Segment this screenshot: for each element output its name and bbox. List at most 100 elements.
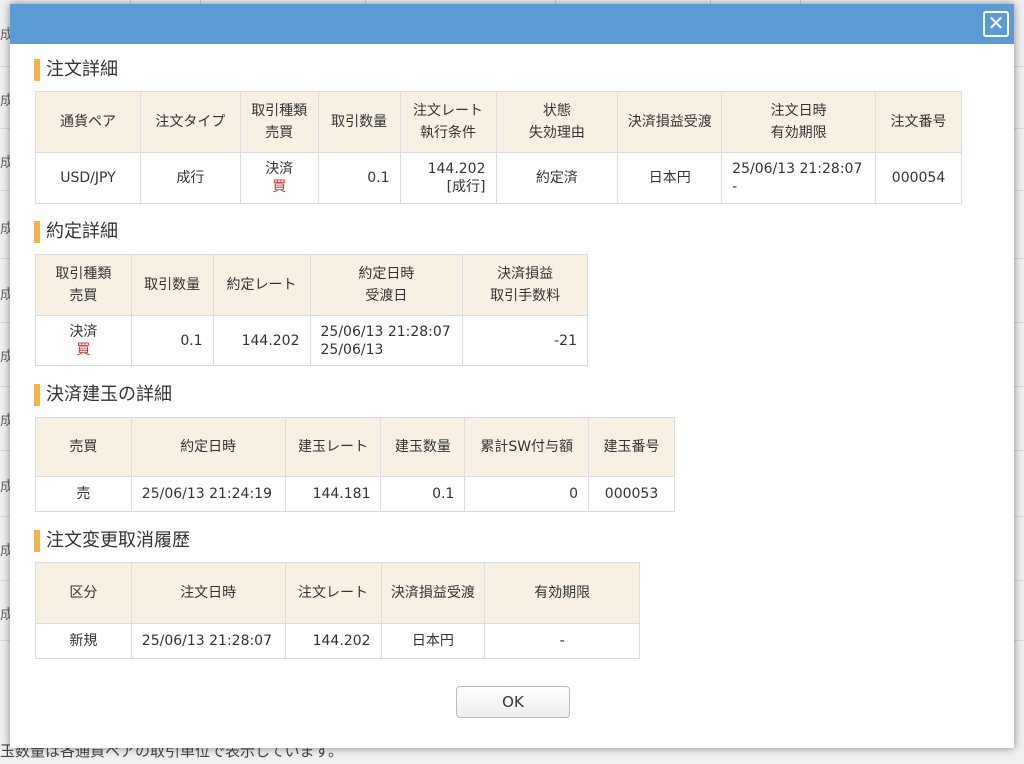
side-buy-text: 買: [76, 341, 91, 358]
expiry-cell: -: [484, 623, 640, 659]
currency-pair-cell: USD/JPY: [35, 152, 141, 204]
column-header: 取引種類 売買: [239, 91, 319, 153]
column-header: 累計SW付与額: [464, 417, 590, 477]
order-type-cell: 成行: [139, 152, 241, 204]
column-header-line: 注文レート: [413, 103, 484, 119]
column-header-line: 約定日時: [358, 266, 415, 282]
history-kind-cell: 新規: [35, 623, 132, 659]
column-header-line: 取引種類: [251, 103, 308, 119]
column-header-line: 執行条件: [420, 125, 477, 141]
column-header-line: 売買: [69, 288, 98, 304]
delivery-date-text: 25/06/13: [320, 341, 384, 358]
column-header: 建玉番号: [588, 417, 675, 477]
column-header-line: 状態: [542, 103, 571, 119]
close-button[interactable]: ✕: [983, 11, 1009, 37]
side-buy-text: 買: [272, 179, 287, 195]
order-number-cell: 000054: [875, 152, 962, 204]
column-header: 決済損益 取引手数料: [462, 254, 588, 316]
position-detail-table: 売買 約定日時 建玉レート 建玉数量 累計SW付与額 建玉番号 売 25/06/13 21…: [35, 417, 675, 512]
history-table: 区分 注文日時 注文レート 決済損益受渡 有効期限 新規 25/06/13 21:28:…: [35, 562, 640, 659]
column-header-line: 取引種類: [55, 266, 112, 282]
pnl-cell: -21: [462, 315, 588, 366]
position-rate-cell: 144.181: [284, 476, 382, 512]
table-header-row: 区分 注文日時 注文レート 決済損益受渡 有効期限: [35, 562, 640, 624]
column-header: 建玉数量: [380, 417, 466, 477]
quantity-cell: 0.1: [130, 315, 214, 366]
column-header: 注文番号: [875, 91, 962, 153]
column-header-line: 注文日時: [770, 103, 827, 119]
side-sell-cell: 売: [35, 476, 132, 512]
section-title-position-detail: 決済建玉の詳細: [34, 383, 172, 407]
column-header-line: 約定日時: [180, 439, 237, 455]
column-header: 約定日時 受渡日: [309, 254, 464, 316]
section-title-order-detail: 注文詳細: [34, 58, 118, 82]
position-number-cell: 000053: [588, 476, 675, 512]
column-header: 状態 失効理由: [495, 91, 619, 153]
status-cell: 約定済: [495, 152, 619, 204]
execution-datetime-cell: 25/06/13 21:24:19: [130, 476, 286, 512]
trade-kind-side-cell: 決済 買: [35, 315, 132, 366]
order-datetime-cell: 25/06/13 21:28:07: [130, 623, 286, 659]
column-header: 建玉レート: [284, 417, 382, 477]
order-rate-cell: 144.202: [284, 623, 382, 659]
column-header-line: 注文タイプ: [155, 114, 226, 130]
column-header-line: 通貨ペア: [59, 114, 116, 130]
column-header: 約定日時: [130, 417, 286, 477]
column-header: 注文タイプ: [139, 91, 241, 153]
column-header: 区分: [35, 562, 132, 624]
table-row: 新規 25/06/13 21:28:07 144.202 日本円 -: [35, 623, 640, 659]
column-header-line: 建玉数量: [394, 439, 451, 455]
column-header-line: 区分: [69, 585, 98, 601]
column-header-line: 注文日時: [180, 585, 237, 601]
table-header-row: 通貨ペア 注文タイプ 取引種類 売買 取引数量 注文レート 執行条件 状態 失効理由 決済損益受渡…: [35, 91, 962, 153]
column-header-line: 決済損益受渡: [390, 585, 475, 601]
swap-amount-cell: 0: [464, 476, 590, 512]
quantity-cell: 0.1: [317, 152, 401, 204]
column-header-line: 取引数量: [331, 114, 388, 130]
settlement-currency-cell: 日本円: [380, 623, 486, 659]
column-header-line: 約定レート: [226, 277, 297, 293]
column-header-line: 注文レート: [298, 585, 369, 601]
column-header: 取引数量: [317, 91, 401, 153]
column-header-line: 受渡日: [365, 288, 408, 304]
order-rate-text: 144.202: [427, 161, 486, 177]
section-title-history: 注文変更取消履歴: [34, 529, 190, 553]
column-header: 注文レート 執行条件: [399, 91, 497, 153]
expiry-text: -: [732, 179, 738, 195]
column-header: 決済損益受渡: [617, 91, 723, 153]
column-header: 通貨ペア: [35, 91, 141, 153]
section-title-execution-detail: 約定詳細: [34, 220, 118, 244]
column-header-line: 失効理由: [528, 125, 585, 141]
settlement-currency-cell: 日本円: [617, 152, 723, 204]
ok-button[interactable]: OK: [456, 686, 570, 718]
column-header: 売買: [35, 417, 132, 477]
column-header-line: 売買: [69, 439, 98, 455]
column-header-line: 売買: [265, 125, 294, 141]
column-header: 注文日時: [130, 562, 286, 624]
column-header-line: 決済損益受渡: [627, 114, 712, 130]
column-header-line: 累計SW付与額: [480, 439, 574, 455]
position-quantity-cell: 0.1: [380, 476, 466, 512]
order-datetime-cell: 25/06/13 21:28:07 -: [721, 152, 877, 204]
table-row: 決済 買 0.1 144.202 25/06/13 21:28:07 25/06…: [35, 315, 588, 366]
table-row: 売 25/06/13 21:24:19 144.181 0.1 0 000053: [35, 476, 675, 512]
modal-header: ✕: [10, 4, 1014, 44]
execution-datetime-cell: 25/06/13 21:28:07 25/06/13: [309, 315, 464, 366]
column-header-line: 取引手数料: [490, 288, 561, 304]
column-header-line: 注文番号: [890, 114, 947, 130]
rate-condition-cell: 144.202 [成行]: [399, 152, 497, 204]
order-detail-modal: ✕ 注文詳細 通貨ペア 注文タイプ 取引種類 売買 取引数量 注文レート 執行条件 状態 失効理…: [10, 4, 1014, 748]
column-header-line: 決済損益: [497, 266, 554, 282]
trade-kind-side-cell: 決済 買: [239, 152, 319, 204]
column-header: 注文日時 有効期限: [721, 91, 877, 153]
execution-datetime-text: 25/06/13 21:28:07: [320, 323, 451, 340]
table-header-row: 取引種類 売買 取引数量 約定レート 約定日時 受渡日 決済損益 取引手数料: [35, 254, 588, 316]
column-header: 取引数量: [130, 254, 214, 316]
order-datetime-text: 25/06/13 21:28:07: [732, 161, 863, 177]
column-header: 注文レート: [284, 562, 382, 624]
column-header-line: 有効期限: [770, 125, 827, 141]
execution-rate-cell: 144.202: [212, 315, 311, 366]
close-icon: ✕: [987, 11, 1005, 35]
trade-kind-text: 決済: [69, 323, 98, 340]
column-header-line: 取引数量: [144, 277, 201, 293]
